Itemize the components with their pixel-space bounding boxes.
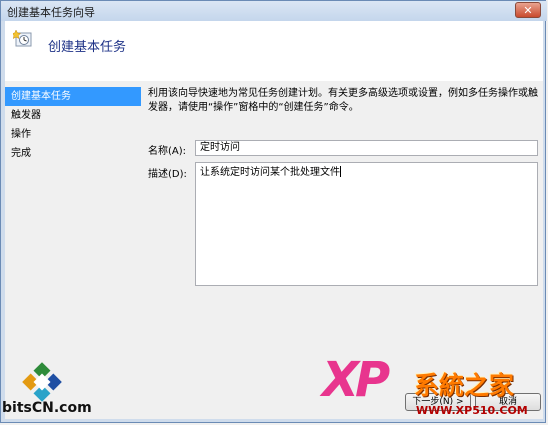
close-button[interactable]: ✕ [515,2,541,18]
task-clock-icon [13,29,32,47]
wizard-content: 利用该向导快速地为常见任务创建计划。有关更多高级选项或设置，例如多任务操作或触发… [148,87,540,286]
text-caret [340,166,341,177]
wizard-header: 创建基本任务 [5,21,543,81]
name-input[interactable]: 定时访问 [195,140,538,156]
close-icon: ✕ [523,4,533,17]
wizard-description-text: 利用该向导快速地为常见任务创建计划。有关更多高级选项或设置，例如多任务操作或触发… [148,88,538,113]
wizard-steps-sidebar: 创建基本任务 触发器 操作 完成 [5,87,141,347]
title-bar[interactable]: 创建基本任务向导 ✕ [1,1,547,21]
description-label: 描述(D): [148,169,187,180]
window-title: 创建基本任务向导 [7,6,95,19]
wizard-page-title: 创建基本任务 [48,40,127,55]
bitscn-watermark-text: bitsCN.com [2,400,92,416]
description-value: 让系统定时访问某个批处理文件 [200,167,340,178]
site-url-watermark: WWW.XP510.COM [416,404,528,417]
site-title-watermark: 系統之家 [414,371,515,400]
sidebar-item-trigger[interactable]: 触发器 [5,106,141,125]
description-textarea[interactable]: 让系统定时访问某个批处理文件 [195,162,538,286]
xp-brand-logo: XP [322,352,390,408]
sidebar-item-finish[interactable]: 完成 [5,144,141,163]
sidebar-item-action[interactable]: 操作 [5,125,141,144]
name-label: 名称(A): [148,146,187,157]
sidebar-item-create-basic-task[interactable]: 创建基本任务 [5,87,141,106]
